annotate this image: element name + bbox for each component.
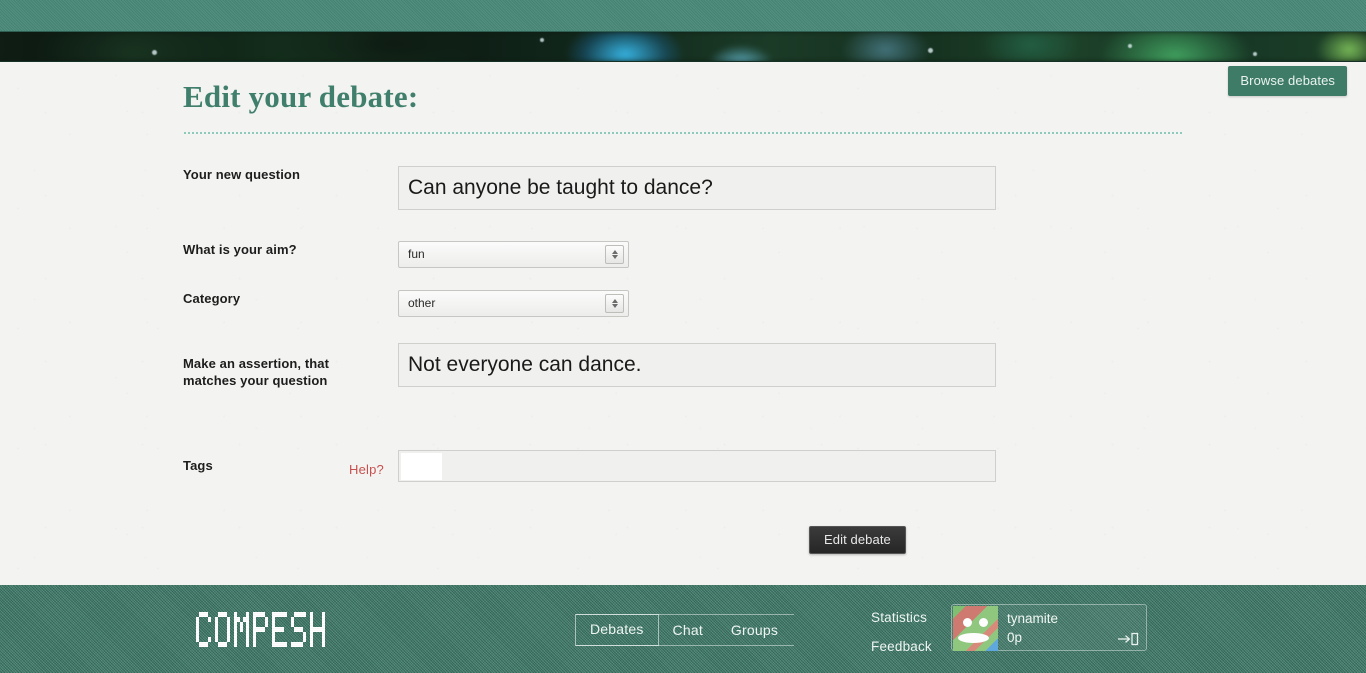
label-assertion: Make an assertion, that matches your que… <box>183 356 330 388</box>
avatar-eye-left <box>963 618 972 627</box>
field-question: Can anyone be taught to dance? <box>398 166 1183 210</box>
form-row-assertion: Make an assertion, that matches your que… <box>183 343 1183 389</box>
logo-char-c <box>196 612 211 647</box>
spinner-arrows-icon[interactable] <box>605 245 624 264</box>
category-select[interactable]: other <box>398 290 629 317</box>
logout-icon[interactable] <box>1117 632 1139 646</box>
user-card[interactable]: tynamite 0p <box>951 604 1147 651</box>
footer-link-feedback[interactable]: Feedback <box>871 637 932 656</box>
banner-bokeh-dot <box>540 38 544 42</box>
main-content: Edit your debate: Your new question Can … <box>183 62 1183 554</box>
footer-nav-items: Debates Chat Groups <box>575 614 794 646</box>
user-points: 0p <box>1007 630 1023 645</box>
label-aim: What is your aim? <box>183 242 297 257</box>
logo-char-h <box>310 612 325 647</box>
banner-bokeh-dot <box>1128 44 1132 48</box>
logo-char-s <box>291 612 306 647</box>
top-bar <box>0 0 1366 32</box>
form-row-tags: Tags <box>183 450 1183 482</box>
footer-link-statistics[interactable]: Statistics <box>871 608 932 627</box>
browse-debates-button[interactable]: Browse debates <box>1228 66 1347 96</box>
form-row-question: Your new question Can anyone be taught t… <box>183 166 1183 210</box>
submit-row: Edit debate <box>183 526 1183 554</box>
field-tags <box>398 450 1183 482</box>
logo-char-p <box>253 612 268 647</box>
field-aim: fun <box>398 241 1183 268</box>
user-name: tynamite <box>1007 611 1059 626</box>
edit-debate-form: Your new question Can anyone be taught t… <box>183 166 1183 554</box>
field-category: other <box>398 290 1183 317</box>
footer-nav: Debates Chat Groups <box>575 614 794 646</box>
label-question: Your new question <box>183 167 301 182</box>
footer-nav-groups[interactable]: Groups <box>717 615 792 645</box>
footer-nav-debates[interactable]: Debates <box>575 614 659 646</box>
avatar-mouth <box>958 633 989 643</box>
category-select-value: other <box>408 296 436 310</box>
label-category: Category <box>183 291 241 306</box>
compesh-logo <box>196 612 325 647</box>
footer-links: Statistics Feedback <box>871 608 932 666</box>
tags-input-caret-block <box>401 453 442 480</box>
logo-char-m <box>234 612 249 647</box>
tags-input[interactable] <box>398 450 996 482</box>
avatar-eye-right <box>979 618 988 627</box>
edit-debate-button[interactable]: Edit debate <box>809 526 906 554</box>
field-assertion: Not everyone can dance. <box>398 343 1183 387</box>
aim-select[interactable]: fun <box>398 241 629 268</box>
banner-photo <box>0 32 1366 61</box>
assertion-input[interactable]: Not everyone can dance. <box>398 343 996 387</box>
banner-bokeh-dot <box>1253 52 1257 56</box>
banner-bokeh-dot <box>928 48 933 53</box>
aim-select-value: fun <box>408 247 425 261</box>
form-row-aim: What is your aim? fun <box>183 241 1183 268</box>
question-input[interactable]: Can anyone be taught to dance? <box>398 166 996 210</box>
form-row-category: Category other <box>183 290 1183 317</box>
logo-char-e <box>272 612 287 647</box>
title-divider <box>183 132 1183 134</box>
banner-image-strip <box>0 32 1366 62</box>
footer-nav-chat[interactable]: Chat <box>659 615 717 645</box>
logo-char-o <box>215 612 230 647</box>
page-title: Edit your debate: <box>183 79 419 114</box>
banner-bokeh-dot <box>152 50 157 55</box>
label-tags: Tags <box>183 458 213 473</box>
spinner-arrows-icon[interactable] <box>605 294 624 313</box>
user-avatar-face-icon <box>953 606 998 651</box>
